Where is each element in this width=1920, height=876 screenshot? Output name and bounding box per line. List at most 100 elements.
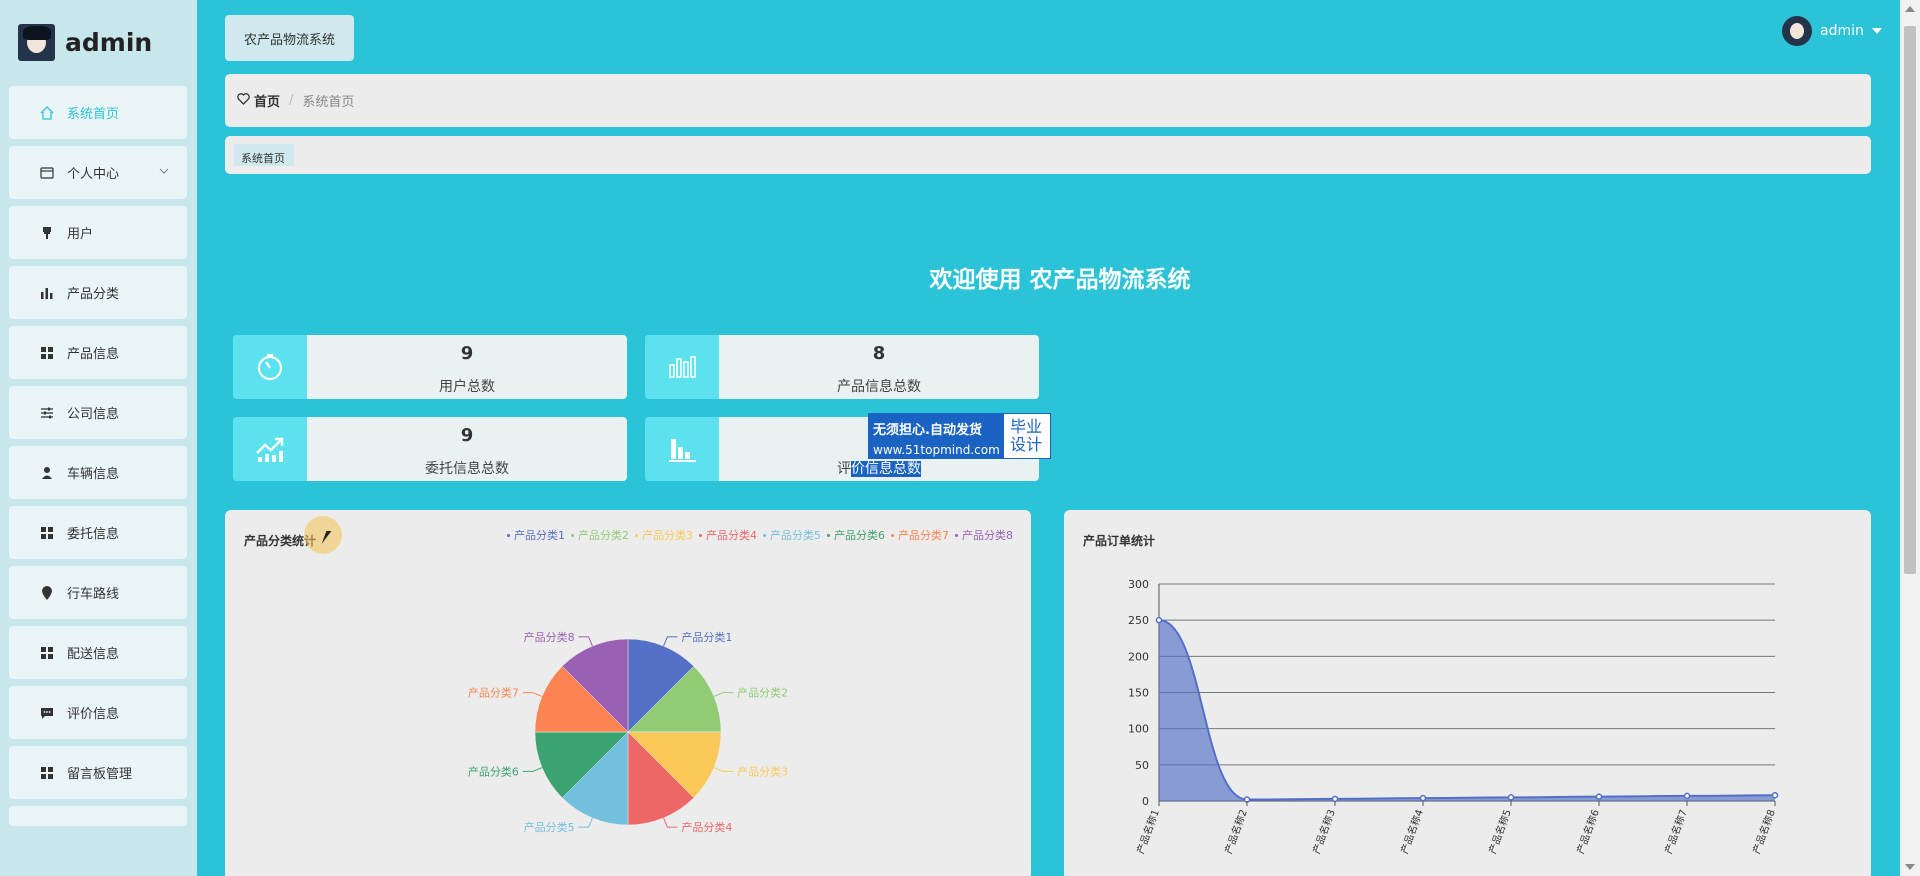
pie-label-line bbox=[713, 767, 734, 772]
stat-value: 9 bbox=[460, 425, 474, 446]
pie-label-line bbox=[713, 692, 734, 697]
y-tick-label: 50 bbox=[1135, 759, 1149, 772]
pie-label: 产品分类8 bbox=[524, 630, 575, 644]
scrollbar-thumb[interactable] bbox=[1904, 26, 1916, 574]
stat-card-products: 8 产品信息总数 bbox=[645, 335, 1039, 399]
stat-label-part: 评 bbox=[837, 461, 851, 477]
sidebar-item-vehicles[interactable]: 车辆信息 bbox=[9, 446, 187, 499]
x-tick-label: 产品名称4 bbox=[1398, 808, 1426, 856]
y-tick-label: 300 bbox=[1128, 578, 1149, 591]
y-tick-label: 150 bbox=[1128, 687, 1149, 700]
area-chart: 0 50 100 150 200 250 300 产品名称1 产品名称2 产品名称3 产品名称4 产品… bbox=[1128, 578, 1779, 856]
user-name: admin bbox=[1820, 23, 1864, 39]
sidebar-item-users[interactable]: 用户 bbox=[9, 206, 187, 259]
sidebar-item-reviews[interactable]: 评价信息 bbox=[9, 686, 187, 739]
grid-icon bbox=[39, 765, 55, 781]
tab-bar: 系统首页 bbox=[225, 136, 1871, 174]
stat-card-users: 9 用户总数 bbox=[233, 335, 627, 399]
avatar bbox=[1782, 16, 1812, 46]
heart-icon bbox=[237, 92, 250, 109]
timer-icon bbox=[233, 335, 307, 399]
sidebar-item-label: 车辆信息 bbox=[67, 467, 120, 482]
stat-value: 9 bbox=[460, 343, 474, 364]
data-point bbox=[1507, 794, 1515, 801]
sidebar: admin 系统首页 个人中心 用户 产品分类 产品信息 公司信息 车辆信息 委… bbox=[0, 0, 197, 876]
stat-card-entrust: 9 委托信息总数 bbox=[233, 417, 627, 481]
pie-label-line bbox=[522, 692, 543, 697]
pie-label: 产品分类2 bbox=[737, 686, 788, 700]
y-tick-label: 250 bbox=[1128, 614, 1149, 627]
tab-home[interactable]: 系统首页 bbox=[234, 144, 294, 166]
y-tick-label: 0 bbox=[1142, 795, 1149, 808]
breadcrumb-home[interactable]: 首页 bbox=[254, 91, 280, 110]
data-point bbox=[1595, 793, 1603, 800]
caret-down-icon bbox=[1871, 28, 1882, 34]
sidebar-item-label: 系统首页 bbox=[67, 107, 120, 122]
card-icon bbox=[39, 165, 55, 181]
stat-value: 8 bbox=[872, 343, 886, 364]
ad-overlay[interactable]: 无须担心.自动发货 www.51topmind.com 毕业 设计 bbox=[868, 413, 1051, 459]
x-tick-label: 产品名称7 bbox=[1662, 808, 1690, 856]
stat-label: 评价信息总数 bbox=[719, 458, 1039, 478]
sidebar-item-companies[interactable]: 公司信息 bbox=[9, 386, 187, 439]
flag-icon bbox=[39, 225, 55, 241]
sidebar-item-messages[interactable]: 留言板管理 bbox=[9, 746, 187, 799]
ad-badge-top: 毕业 bbox=[1010, 417, 1043, 436]
order-chart-panel: 产品订单统计 0 50 100 150 200 250 300 产品名称1 产品名称2 产品名称3… bbox=[1064, 510, 1871, 876]
pie-label-line bbox=[522, 767, 543, 772]
chevron-down-icon bbox=[159, 164, 169, 179]
sidebar-item-label: 留言板管理 bbox=[67, 767, 133, 782]
x-tick-label: 产品名称8 bbox=[1750, 808, 1778, 856]
scrollbar[interactable] bbox=[1900, 0, 1920, 876]
cursor-highlight bbox=[304, 516, 342, 554]
pie-label: 产品分类3 bbox=[737, 764, 788, 778]
sidebar-item-label: 个人中心 bbox=[67, 167, 120, 182]
pie-label: 产品分类6 bbox=[468, 764, 519, 778]
person-icon bbox=[39, 465, 55, 481]
sidebar-item-label: 委托信息 bbox=[67, 527, 120, 542]
system-name-button[interactable]: 农产品物流系统 bbox=[225, 15, 354, 61]
category-chart-panel: 产品分类统计 产品分类1 产品分类2 产品分类3 产品分类4 产品分类5 产品分类6 产品分… bbox=[225, 510, 1031, 876]
trend-up-icon bbox=[233, 417, 307, 481]
area-fill bbox=[1159, 620, 1775, 801]
grid-icon bbox=[39, 345, 55, 361]
y-tick-label: 200 bbox=[1128, 650, 1149, 663]
sidebar-menu: 系统首页 个人中心 用户 产品分类 产品信息 公司信息 车辆信息 委托信息 行车… bbox=[9, 86, 187, 833]
ad-badge: 毕业 设计 bbox=[1003, 413, 1051, 459]
breadcrumb: 首页 / 系统首页 bbox=[225, 74, 1871, 127]
sidebar-item-more[interactable] bbox=[9, 806, 187, 826]
ad-line2: www.51topmind.com bbox=[873, 443, 1000, 457]
sidebar-item-entrust[interactable]: 委托信息 bbox=[9, 506, 187, 559]
series-line bbox=[1158, 619, 1776, 801]
brand: admin bbox=[18, 22, 152, 62]
sidebar-item-home[interactable]: 系统首页 bbox=[9, 86, 187, 139]
pie-label-line bbox=[578, 817, 593, 828]
sidebar-item-label: 评价信息 bbox=[67, 707, 120, 722]
data-point bbox=[1155, 616, 1163, 624]
x-tick-label: 产品名称2 bbox=[1222, 808, 1250, 856]
home-icon bbox=[39, 105, 55, 121]
sidebar-item-label: 用户 bbox=[67, 227, 94, 242]
user-menu[interactable]: admin bbox=[1782, 16, 1882, 46]
bars-icon bbox=[645, 335, 719, 399]
data-point bbox=[1771, 791, 1779, 799]
sidebar-item-personal[interactable]: 个人中心 bbox=[9, 146, 187, 199]
pie-label: 产品分类4 bbox=[681, 820, 732, 834]
stat-label-selected: 价信息总数 bbox=[851, 461, 921, 477]
x-tick-label: 产品名称6 bbox=[1574, 808, 1602, 856]
column-chart-icon bbox=[645, 417, 719, 481]
sidebar-item-routes[interactable]: 行车路线 bbox=[9, 566, 187, 619]
stat-label: 产品信息总数 bbox=[837, 379, 921, 395]
pie-label: 产品分类7 bbox=[468, 686, 519, 700]
data-point bbox=[1419, 794, 1427, 802]
pin-icon bbox=[39, 585, 55, 601]
welcome-title: 欢迎使用 农产品物流系统 bbox=[929, 267, 1191, 293]
breadcrumb-current: 系统首页 bbox=[302, 95, 355, 110]
x-tick-label: 产品名称1 bbox=[1134, 808, 1162, 856]
scroll-up-icon[interactable] bbox=[1905, 6, 1915, 12]
breadcrumb-separator: / bbox=[289, 93, 294, 108]
sidebar-item-label: 配送信息 bbox=[67, 647, 120, 662]
sidebar-item-delivery[interactable]: 配送信息 bbox=[9, 626, 187, 679]
sidebar-item-products[interactable]: 产品信息 bbox=[9, 326, 187, 379]
scroll-down-icon[interactable] bbox=[1905, 864, 1915, 870]
